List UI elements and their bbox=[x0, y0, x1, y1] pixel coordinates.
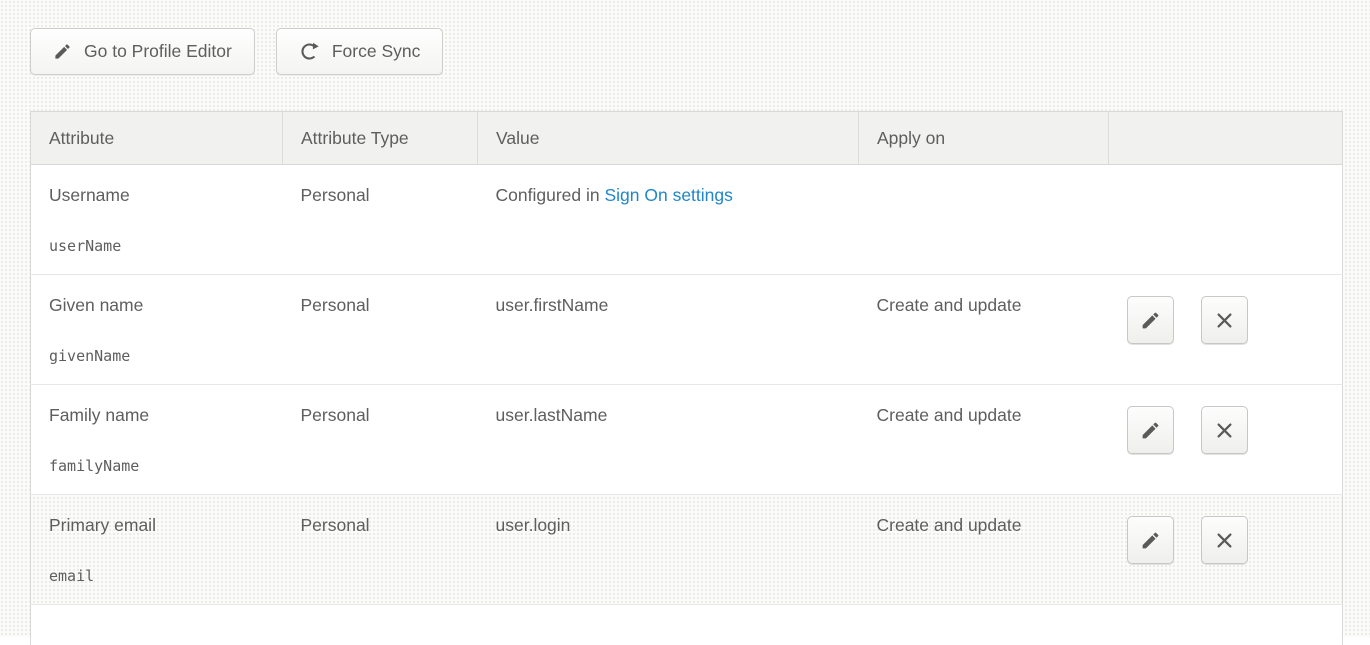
value-expression: user.login bbox=[496, 515, 571, 535]
value-cell: user.login bbox=[478, 495, 859, 605]
column-header-apply-on: Apply on bbox=[859, 112, 1109, 165]
attribute-type-cell: Personal bbox=[283, 165, 478, 275]
pencil-icon bbox=[1140, 420, 1161, 441]
sign-on-settings-link[interactable]: Sign On settings bbox=[604, 185, 732, 205]
close-icon bbox=[1215, 531, 1234, 550]
attribute-display-name: Family name bbox=[49, 404, 265, 426]
value-cell: user.firstName bbox=[478, 275, 859, 385]
value-expression: user.firstName bbox=[496, 295, 609, 315]
close-icon bbox=[1215, 421, 1234, 440]
edit-attribute-button[interactable] bbox=[1127, 406, 1174, 454]
attribute-type-cell: Personal bbox=[283, 275, 478, 385]
row-actions bbox=[1127, 406, 1325, 454]
table-row: Family name familyName Personal user.las… bbox=[31, 385, 1343, 495]
table-row: Given name givenName Personal user.first… bbox=[31, 275, 1343, 385]
table-body: Username userName Personal Configured in… bbox=[31, 165, 1343, 645]
delete-attribute-button[interactable] bbox=[1201, 296, 1248, 344]
go-to-profile-editor-button[interactable]: Go to Profile Editor bbox=[30, 28, 255, 75]
apply-on-cell: Create and update bbox=[859, 385, 1109, 495]
close-icon bbox=[1215, 311, 1234, 330]
column-header-actions bbox=[1109, 112, 1343, 165]
attribute-cell: Family name familyName bbox=[31, 385, 283, 495]
column-header-attribute: Attribute bbox=[31, 112, 283, 165]
table-row: Username userName Personal Configured in… bbox=[31, 165, 1343, 275]
table-header: Attribute Attribute Type Value Apply on bbox=[31, 112, 1343, 165]
apply-on-cell: Create and update bbox=[859, 275, 1109, 385]
actions-cell bbox=[1109, 495, 1343, 605]
attribute-cell: Primary email email bbox=[31, 495, 283, 605]
column-header-attribute-type: Attribute Type bbox=[283, 112, 478, 165]
go-to-profile-editor-label: Go to Profile Editor bbox=[84, 41, 232, 62]
attribute-cell: Username userName bbox=[31, 165, 283, 275]
attribute-display-name: Primary email bbox=[49, 514, 265, 536]
attribute-variable-name: givenName bbox=[49, 346, 265, 366]
attribute-variable-name: userName bbox=[49, 236, 265, 256]
delete-attribute-button[interactable] bbox=[1201, 516, 1248, 564]
attribute-type-cell: Personal bbox=[283, 385, 478, 495]
attribute-display-name: Username bbox=[49, 184, 265, 206]
attribute-cell: Given name givenName bbox=[31, 275, 283, 385]
apply-on-cell: Create and update bbox=[859, 495, 1109, 605]
attribute-variable-name: familyName bbox=[49, 456, 265, 476]
row-actions bbox=[1127, 516, 1325, 564]
actions-cell bbox=[1109, 165, 1343, 275]
pencil-icon bbox=[1140, 310, 1161, 331]
toolbar: Go to Profile Editor Force Sync bbox=[30, 28, 1342, 75]
attribute-variable-name: email bbox=[49, 566, 265, 586]
actions-cell bbox=[1109, 385, 1343, 495]
delete-attribute-button[interactable] bbox=[1201, 406, 1248, 454]
attribute-mappings-section: Go to Profile Editor Force Sync Attribut… bbox=[0, 0, 1370, 645]
attribute-display-name: Given name bbox=[49, 294, 265, 316]
attribute-type-cell: Personal bbox=[283, 495, 478, 605]
force-sync-button[interactable]: Force Sync bbox=[276, 28, 444, 75]
table-row-empty bbox=[31, 605, 1343, 645]
column-header-value: Value bbox=[478, 112, 859, 165]
value-cell: user.lastName bbox=[478, 385, 859, 495]
edit-attribute-button[interactable] bbox=[1127, 516, 1174, 564]
table-row: Primary email email Personal user.login … bbox=[31, 495, 1343, 605]
value-expression: user.lastName bbox=[496, 405, 608, 425]
attribute-mappings-table: Attribute Attribute Type Value Apply on … bbox=[30, 111, 1343, 645]
value-text: Configured in bbox=[496, 185, 605, 205]
row-actions bbox=[1127, 296, 1325, 344]
actions-cell bbox=[1109, 275, 1343, 385]
apply-on-cell bbox=[859, 165, 1109, 275]
edit-attribute-button[interactable] bbox=[1127, 296, 1174, 344]
pencil-icon bbox=[53, 42, 72, 61]
force-sync-label: Force Sync bbox=[332, 41, 421, 62]
refresh-icon bbox=[299, 41, 320, 62]
value-cell: Configured in Sign On settings bbox=[478, 165, 859, 275]
pencil-icon bbox=[1140, 530, 1161, 551]
